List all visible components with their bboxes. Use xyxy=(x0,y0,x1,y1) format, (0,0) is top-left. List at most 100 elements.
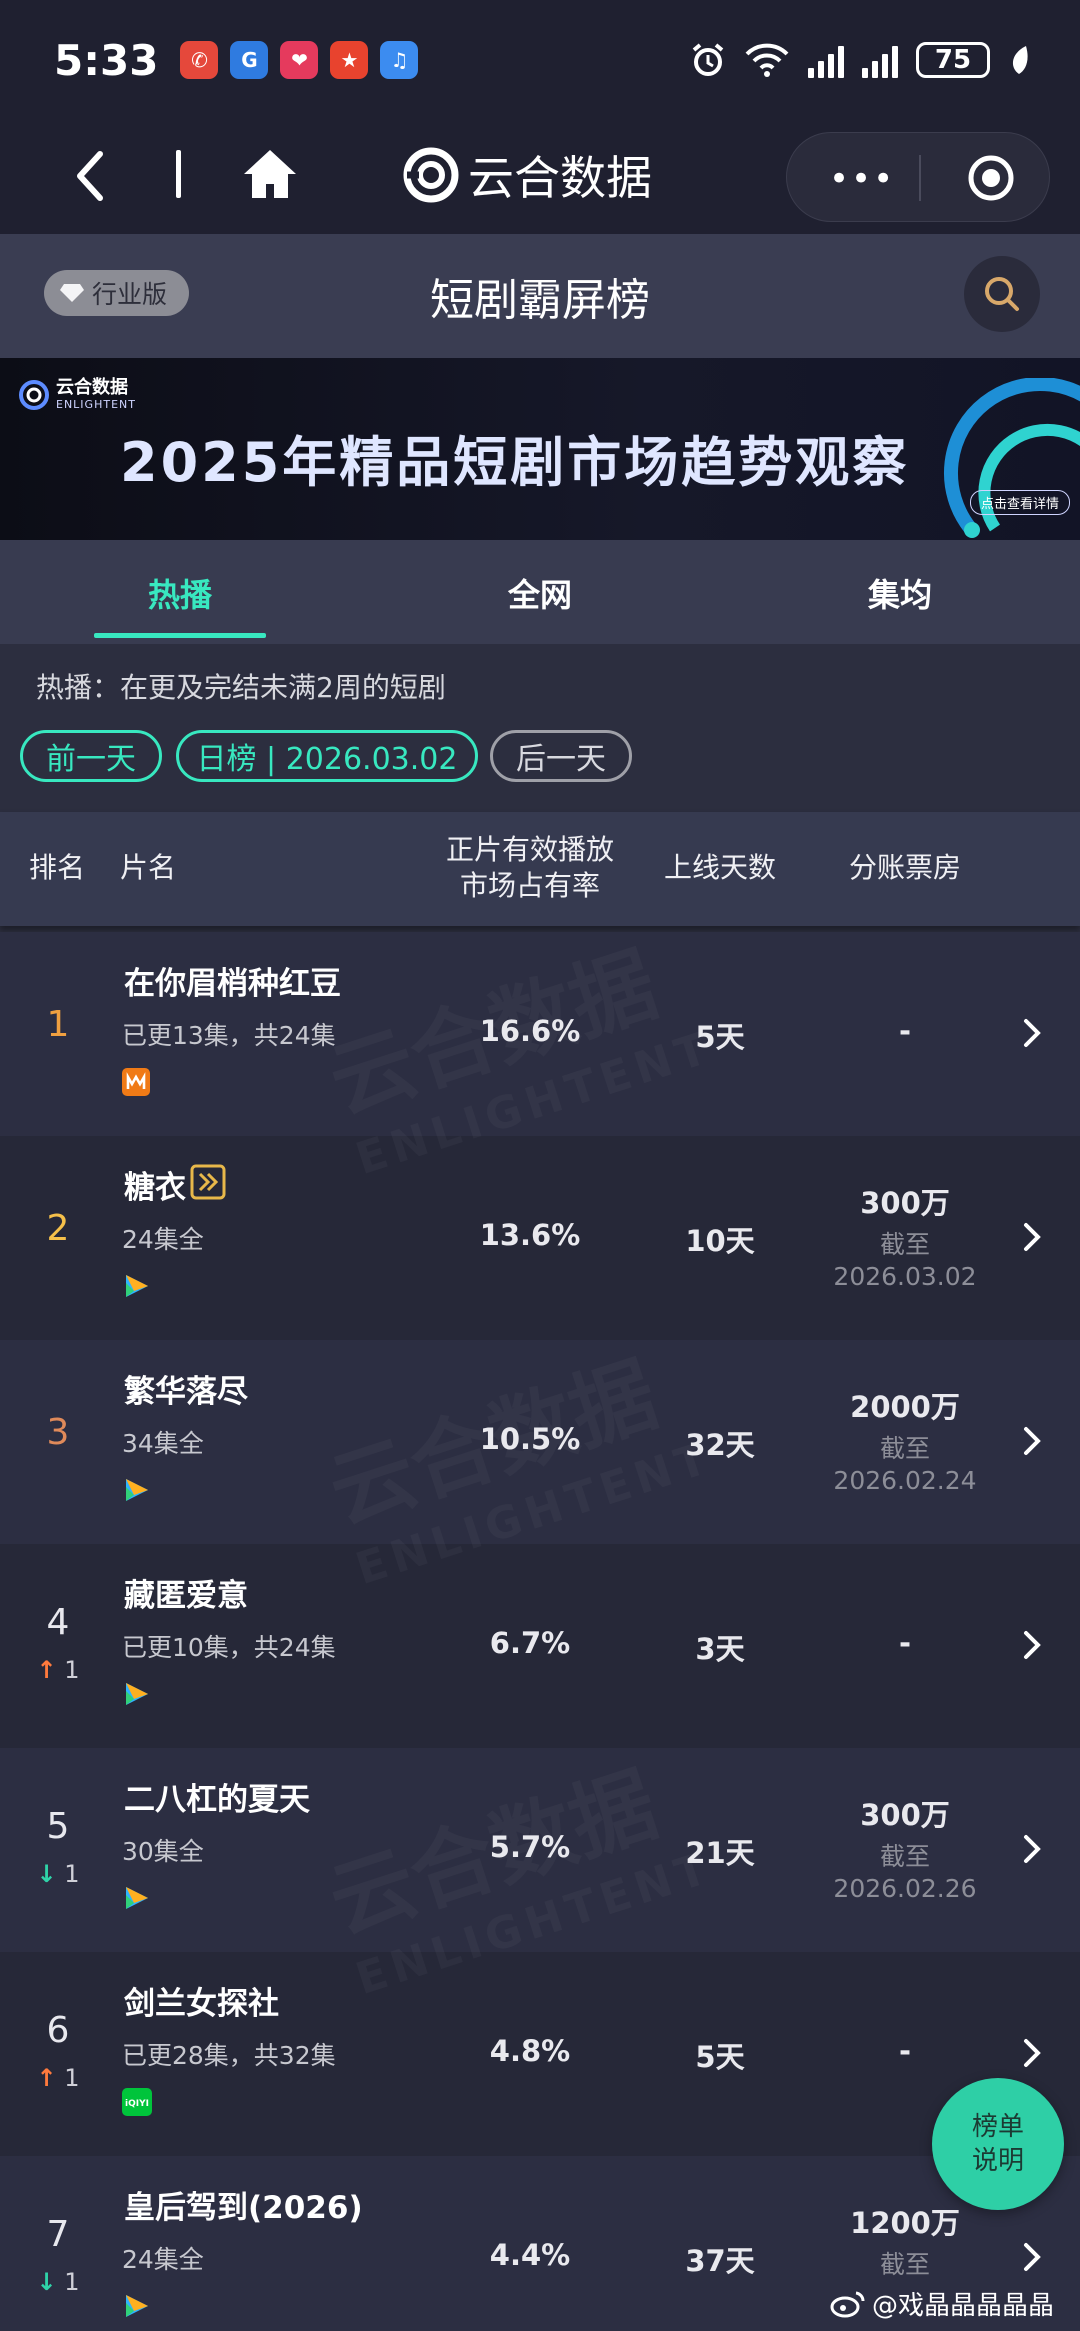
page-header: 行业版 短剧霸屏榜 xyxy=(0,234,1080,358)
rank-number: 4 xyxy=(46,1602,70,1643)
close-miniprogram-icon[interactable] xyxy=(967,154,1015,202)
brand: 云合数据 xyxy=(402,142,652,208)
banner-logo-icon xyxy=(19,379,49,410)
prev-day-button[interactable]: 前一天 xyxy=(20,730,162,782)
wifi-icon xyxy=(745,43,789,77)
table-row[interactable]: 3 繁华落尽 34集全 10.5% 32天 2000万 截至 2026.02.24 xyxy=(0,1340,1080,1544)
weibo-credit: @戏晶晶晶晶晶 xyxy=(872,2291,1055,2321)
search-button[interactable] xyxy=(964,256,1040,332)
tab-per-episode[interactable]: 集均 xyxy=(720,540,1080,644)
trend-value: 1 xyxy=(64,1860,80,1888)
box-office-asof-label: 截至 xyxy=(879,1434,930,1463)
shopping-app-icon: ❤ xyxy=(280,41,319,79)
drama-title-text: 糖衣 xyxy=(124,1170,186,1206)
drama-title-text: 剑兰女探社 xyxy=(124,1986,279,2022)
table-row[interactable]: 5 ↓ 1 二八杠的夏天 30集全 5.7% 21天 300万 截至 2026.02.26 xyxy=(0,1748,1080,1952)
rank-number: 2 xyxy=(46,1208,70,1249)
drama-title[interactable]: 二八杠的夏天 xyxy=(124,1774,310,1819)
bank-app-icon: G xyxy=(230,41,269,79)
box-office-asof-date: 2026.02.24 xyxy=(833,1466,977,1495)
chevron-right-icon[interactable] xyxy=(1022,1222,1042,1252)
header-share: 正片有效播放 市场占有率 xyxy=(430,832,630,904)
promo-app-icon: ★ xyxy=(330,41,369,79)
online-days: 32天 xyxy=(685,1428,755,1462)
rank-trend: ↓ 1 xyxy=(30,1860,86,1888)
exclusive-tag-icon xyxy=(190,1164,226,1200)
market-share: 6.7% xyxy=(489,1626,571,1660)
drama-title[interactable]: 在你眉梢种红豆 xyxy=(124,958,341,1003)
market-share: 4.8% xyxy=(489,2034,571,2068)
signal-icon-1 xyxy=(808,42,844,78)
rank-number: 3 xyxy=(46,1412,70,1453)
drama-title[interactable]: 皇后驾到(2026) xyxy=(124,2182,363,2227)
banner-logo-cn: 云合数据 xyxy=(56,377,128,398)
platform-tencent-icon xyxy=(122,1476,150,1504)
drama-title[interactable]: 繁华落尽 xyxy=(124,1366,248,1411)
nav-separator xyxy=(176,150,181,198)
drama-title[interactable]: 糖衣 xyxy=(124,1162,186,1207)
platform-tencent-icon xyxy=(122,1680,150,1708)
market-share: 10.5% xyxy=(479,1422,581,1456)
trend-down-icon: ↓ xyxy=(36,2268,57,2296)
header-box-office: 分账票房 xyxy=(848,851,961,884)
notification-icons: ✆ G ❤ ★ ♫ xyxy=(180,41,419,79)
drama-title[interactable]: 剑兰女探社 xyxy=(124,1978,279,2023)
next-day-button[interactable]: 后一天 xyxy=(490,730,632,782)
chevron-right-icon[interactable] xyxy=(1022,1630,1042,1660)
header-share-line1: 正片有效播放 xyxy=(445,833,614,866)
chevron-right-icon[interactable] xyxy=(1022,2038,1042,2068)
rank-trend: ↓ 1 xyxy=(30,2268,86,2296)
chevron-right-icon[interactable] xyxy=(1022,2242,1042,2272)
tab-bar: 热播 全网 集均 xyxy=(0,540,1080,644)
promo-banner[interactable]: 云合数据 ENLIGHTENT 2025年精品短剧市场趋势观察 点击查看详情 xyxy=(0,358,1080,540)
header-name: 片名 xyxy=(120,851,177,884)
chevron-right-icon[interactable] xyxy=(1022,1834,1042,1864)
header-days: 上线天数 xyxy=(663,851,776,884)
rank-trend: ↑ 1 xyxy=(30,2064,86,2092)
drama-title-text: 在你眉梢种红豆 xyxy=(124,966,341,1002)
box-office: 2000万 xyxy=(850,1390,960,1424)
table-row[interactable]: 4 ↑ 1 藏匿爱意 已更10集，共24集 6.7% 3天 - xyxy=(0,1544,1080,1748)
box-office: - xyxy=(898,1014,912,1048)
missed-call-icon: ✆ xyxy=(180,41,219,79)
brand-name: 云合数据 xyxy=(468,151,652,205)
trend-down-icon: ↓ xyxy=(36,1860,57,1888)
capsule-divider xyxy=(919,155,921,201)
tab-all-network[interactable]: 全网 xyxy=(360,540,720,644)
table-header: 排名 片名 正片有效播放 市场占有率 上线天数 分账票房 xyxy=(0,812,1080,926)
table-row[interactable]: 1 在你眉梢种红豆 已更13集，共24集 16.6% 5天 - xyxy=(0,932,1080,1136)
market-share: 4.4% xyxy=(489,2238,571,2272)
date-selector[interactable]: 日榜 | 2026.03.02 xyxy=(176,730,478,782)
capsule-menu: ••• xyxy=(786,132,1050,222)
table-row[interactable]: 6 ↑ 1 剑兰女探社 已更28集，共32集 iQIYI 4.8% 5天 - xyxy=(0,1952,1080,2156)
page-title: 短剧霸屏榜 xyxy=(430,275,650,326)
banner-cta[interactable]: 点击查看详情 xyxy=(970,490,1071,515)
box-office: 300万 xyxy=(860,1798,950,1832)
box-office-asof-label: 截至 xyxy=(879,1842,930,1871)
market-share: 16.6% xyxy=(479,1014,581,1048)
table-row[interactable]: 2 糖衣 24集全 13.6% 10天 300万 截至 2026.03.02 xyxy=(0,1136,1080,1340)
drama-title-text: 皇后驾到(2026) xyxy=(124,2190,363,2226)
list-description: 热播：在更及完结未满2周的短剧 xyxy=(36,671,446,704)
banner-title: 2025年精品短剧市场趋势观察 xyxy=(120,431,910,494)
banner-arc-graphic xyxy=(944,378,1080,538)
episode-status: 30集全 xyxy=(122,1837,204,1866)
filter-area: 热播：在更及完结未满2周的短剧 前一天 日榜 | 2026.03.02 后一天 xyxy=(0,644,1080,812)
box-office-asof-date: 2026.02.26 xyxy=(833,1874,977,1903)
more-icon[interactable]: ••• xyxy=(829,159,895,199)
online-days: 10天 xyxy=(685,1224,755,1258)
home-icon[interactable] xyxy=(240,144,300,204)
chevron-right-icon[interactable] xyxy=(1022,1018,1042,1048)
battery-indicator: 75 xyxy=(916,42,990,78)
drama-title[interactable]: 藏匿爱意 xyxy=(124,1570,248,1615)
list-explanation-button[interactable]: 榜单 说明 xyxy=(932,2078,1064,2210)
rank-number: 6 xyxy=(46,2010,70,2051)
tab-hot[interactable]: 热播 xyxy=(0,540,360,644)
rank-number: 1 xyxy=(46,1004,70,1045)
chevron-right-icon[interactable] xyxy=(1022,1426,1042,1456)
rank-number: 7 xyxy=(46,2214,70,2255)
svg-text:iQIYI: iQIYI xyxy=(125,2099,149,2109)
status-time: 5:33 xyxy=(54,35,159,85)
back-arrow-icon[interactable] xyxy=(70,148,110,204)
trend-up-icon: ↑ xyxy=(36,2064,57,2092)
